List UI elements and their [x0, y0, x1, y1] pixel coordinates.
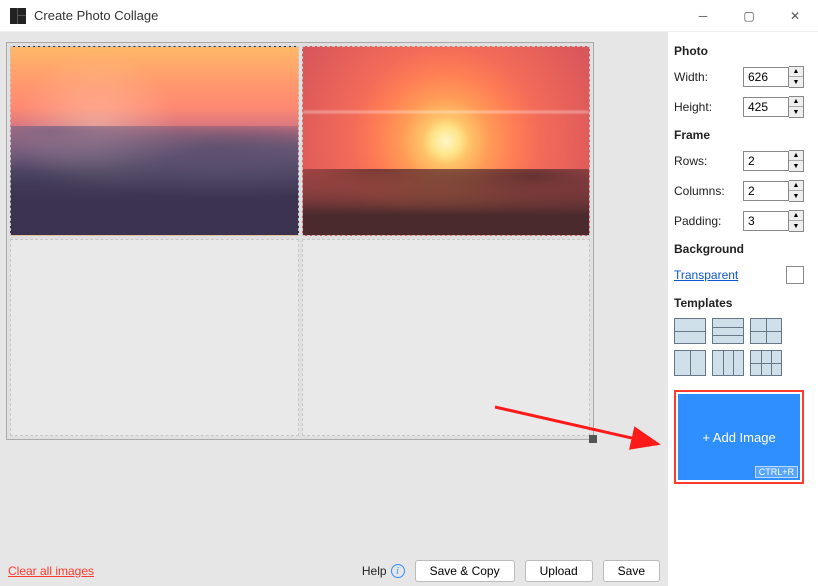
transparent-link[interactable]: Transparent [674, 268, 738, 282]
close-button[interactable]: ✕ [772, 0, 818, 31]
rows-spinner: ▲ ▼ [789, 150, 804, 172]
padding-step-up[interactable]: ▲ [789, 211, 803, 221]
minimize-icon: ─ [699, 9, 708, 23]
background-row: Transparent [674, 264, 804, 286]
help-label: Help [362, 564, 387, 578]
footer-bar: Clear all images Help i Save & Copy Uplo… [0, 556, 668, 586]
resize-handle[interactable] [589, 435, 597, 443]
padding-label: Padding: [674, 214, 721, 228]
rows-row: Rows: ▲ ▼ [674, 150, 804, 172]
template-2cols[interactable] [674, 350, 706, 376]
save-button[interactable]: Save [603, 560, 660, 582]
padding-step-down[interactable]: ▼ [789, 221, 803, 231]
maximize-button[interactable]: ▢ [726, 0, 772, 31]
padding-spinner: ▲ ▼ [789, 210, 804, 232]
template-3x2[interactable] [750, 350, 782, 376]
properties-panel: Photo Width: ▲ ▼ Height: ▲ ▼ Frame [668, 32, 818, 586]
height-label: Height: [674, 100, 712, 114]
rows-step-up[interactable]: ▲ [789, 151, 803, 161]
width-spinner: ▲ ▼ [789, 66, 804, 88]
template-3cols[interactable] [712, 350, 744, 376]
padding-input[interactable] [743, 211, 789, 231]
add-image-highlight: + Add Image CTRL+R [674, 390, 804, 484]
clear-all-images-link[interactable]: Clear all images [8, 564, 94, 578]
collage-cell-3[interactable] [10, 239, 299, 436]
window-buttons: ─ ▢ ✕ [680, 0, 818, 31]
templates-heading: Templates [674, 296, 804, 310]
columns-step-down[interactable]: ▼ [789, 191, 803, 201]
rows-label: Rows: [674, 154, 707, 168]
maximize-icon: ▢ [743, 9, 754, 23]
frame-heading: Frame [674, 128, 804, 142]
window-title: Create Photo Collage [34, 8, 680, 23]
width-step-down[interactable]: ▼ [789, 77, 803, 87]
app-icon [10, 8, 26, 24]
height-row: Height: ▲ ▼ [674, 96, 804, 118]
height-input[interactable] [743, 97, 789, 117]
help-link[interactable]: Help i [362, 564, 405, 578]
photo-heading: Photo [674, 44, 804, 58]
info-icon: i [391, 564, 405, 578]
collage-cell-2[interactable] [302, 46, 591, 236]
width-label: Width: [674, 70, 708, 84]
width-row: Width: ▲ ▼ [674, 66, 804, 88]
add-image-label: + Add Image [702, 430, 775, 445]
width-step-up[interactable]: ▲ [789, 67, 803, 77]
templates-grid [674, 318, 804, 376]
upload-button[interactable]: Upload [525, 560, 593, 582]
close-icon: ✕ [790, 9, 800, 23]
height-step-down[interactable]: ▼ [789, 107, 803, 117]
rows-step-down[interactable]: ▼ [789, 161, 803, 171]
template-3rows[interactable] [712, 318, 744, 344]
columns-label: Columns: [674, 184, 725, 198]
canvas-area: Clear all images Help i Save & Copy Uplo… [0, 32, 668, 586]
columns-step-up[interactable]: ▲ [789, 181, 803, 191]
title-bar: Create Photo Collage ─ ▢ ✕ [0, 0, 818, 32]
minimize-button[interactable]: ─ [680, 0, 726, 31]
padding-row: Padding: ▲ ▼ [674, 210, 804, 232]
height-step-up[interactable]: ▲ [789, 97, 803, 107]
background-color-swatch[interactable] [786, 266, 804, 284]
background-heading: Background [674, 242, 804, 256]
collage-grid[interactable] [6, 42, 594, 440]
columns-input[interactable] [743, 181, 789, 201]
template-2rows[interactable] [674, 318, 706, 344]
collage-cell-1[interactable] [10, 46, 299, 236]
height-spinner: ▲ ▼ [789, 96, 804, 118]
columns-spinner: ▲ ▼ [789, 180, 804, 202]
add-image-shortcut: CTRL+R [755, 466, 798, 478]
main-area: Clear all images Help i Save & Copy Uplo… [0, 32, 818, 586]
rows-input[interactable] [743, 151, 789, 171]
columns-row: Columns: ▲ ▼ [674, 180, 804, 202]
template-2x2[interactable] [750, 318, 782, 344]
width-input[interactable] [743, 67, 789, 87]
add-image-button[interactable]: + Add Image CTRL+R [678, 394, 800, 480]
collage-cell-4[interactable] [302, 239, 591, 436]
save-and-copy-button[interactable]: Save & Copy [415, 560, 515, 582]
